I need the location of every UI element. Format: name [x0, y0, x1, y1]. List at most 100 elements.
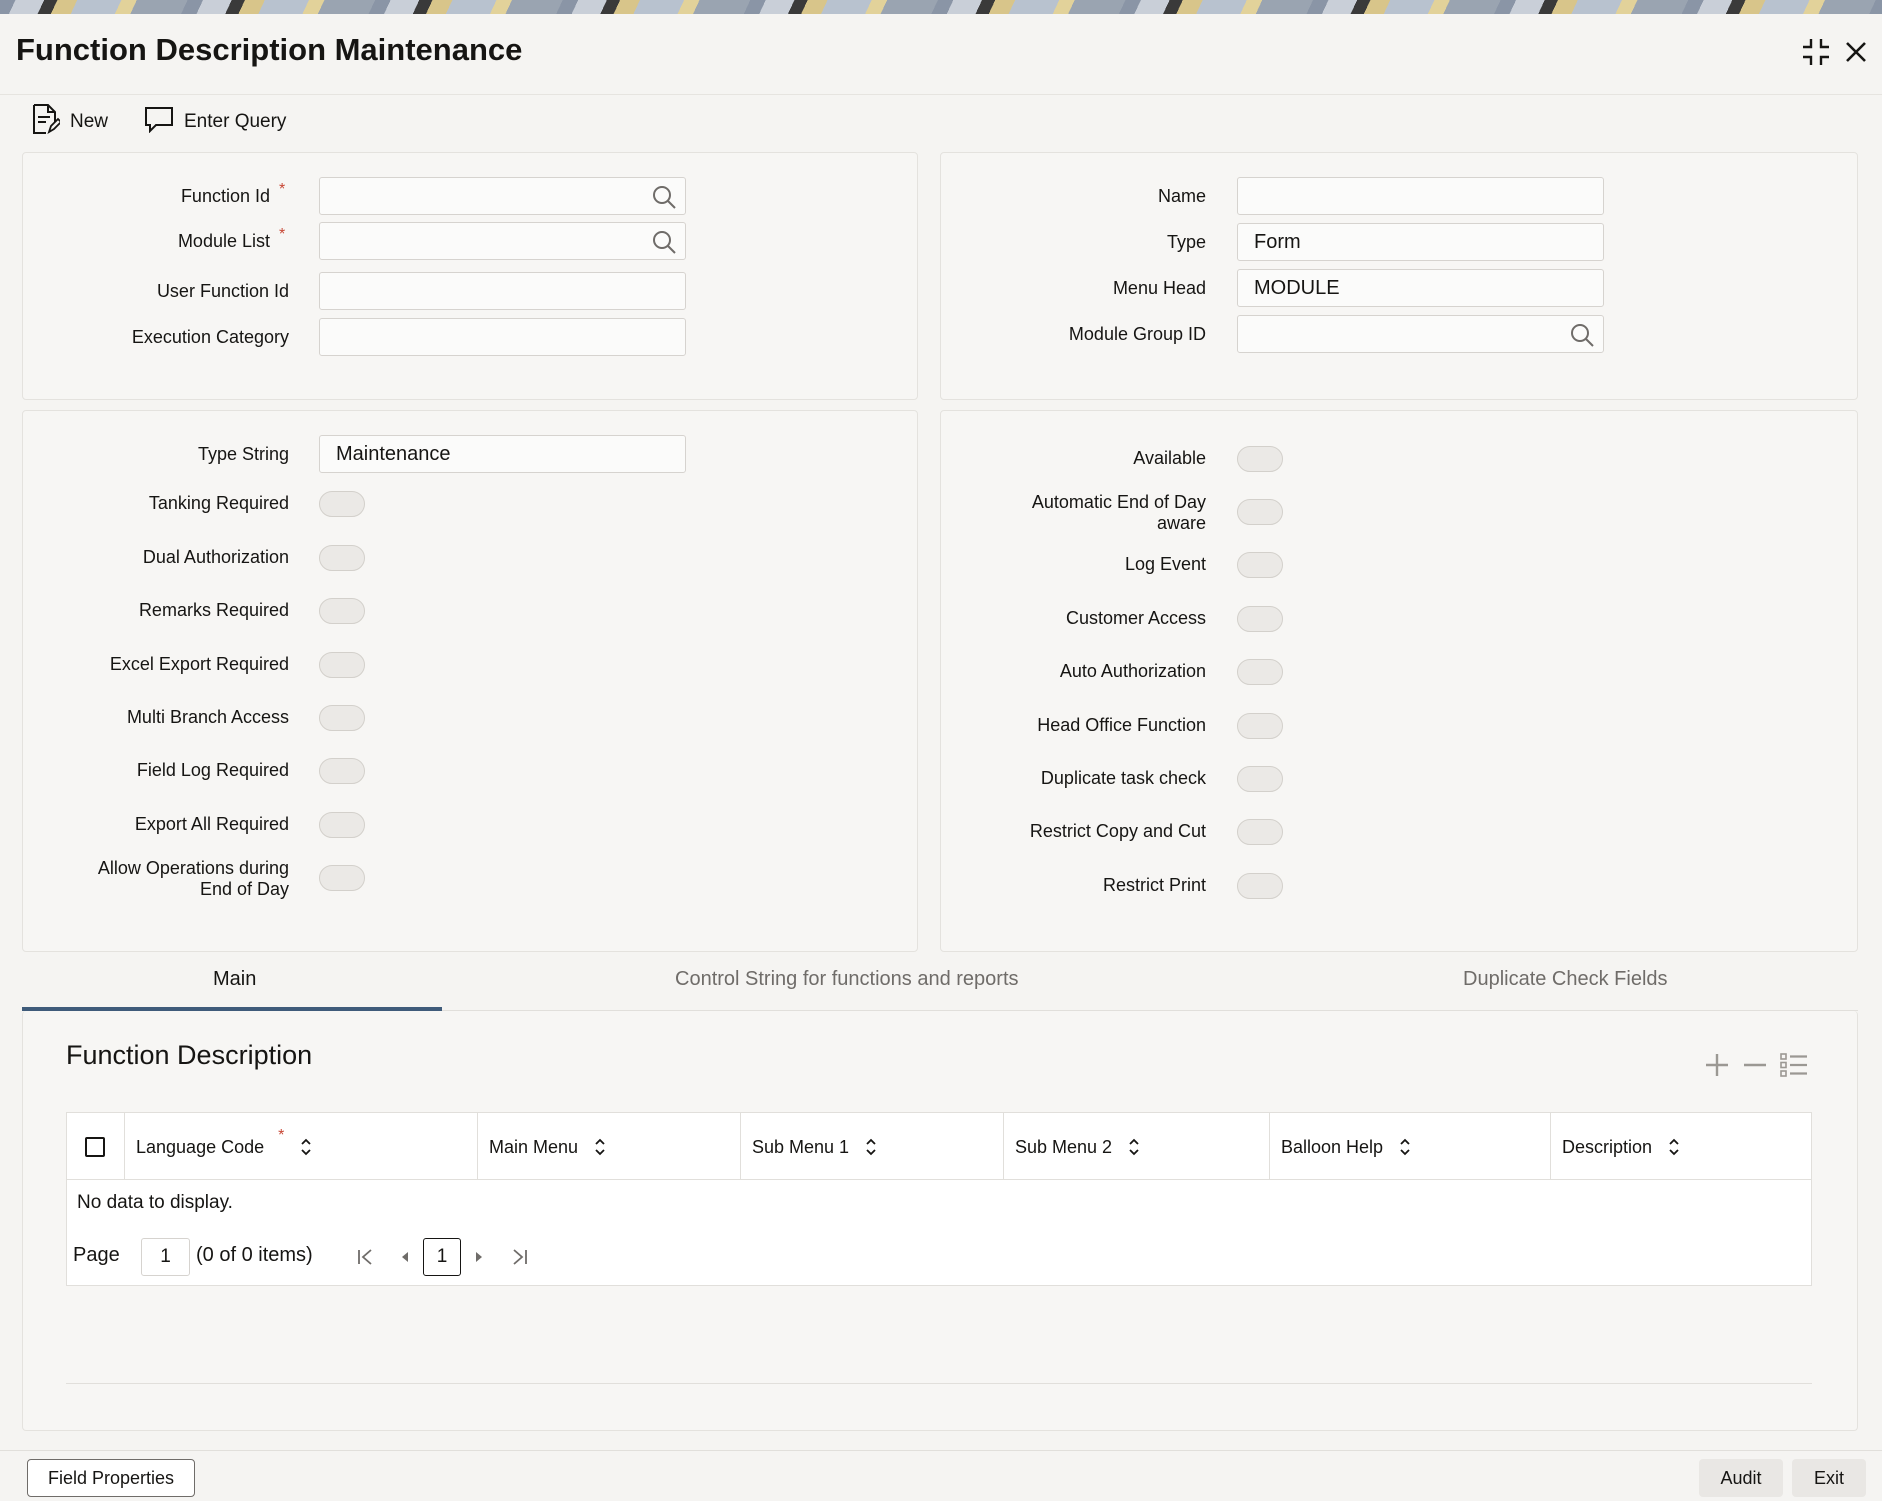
- column-header-description[interactable]: Description: [1550, 1113, 1811, 1181]
- column-header-main-menu[interactable]: Main Menu: [477, 1113, 740, 1181]
- module-group-id-input[interactable]: [1237, 315, 1604, 353]
- column-header-balloon-help[interactable]: Balloon Help: [1269, 1113, 1550, 1181]
- export-all-required-toggle[interactable]: [319, 812, 365, 838]
- log-event-toggle[interactable]: [1237, 552, 1283, 578]
- select-all-checkbox[interactable]: [85, 1137, 105, 1157]
- allow-operations-eod-toggle[interactable]: [319, 865, 365, 891]
- user-function-id-input[interactable]: [319, 272, 686, 310]
- field-properties-button[interactable]: Field Properties: [27, 1459, 195, 1497]
- minimize-icon[interactable]: [1798, 34, 1834, 70]
- sort-icon[interactable]: [1668, 1138, 1680, 1156]
- list-view-icon[interactable]: [1780, 1052, 1808, 1083]
- column-sub-menu-1-label: Sub Menu 1: [752, 1136, 850, 1157]
- previous-page-icon[interactable]: [393, 1245, 417, 1269]
- sort-icon[interactable]: [1128, 1138, 1140, 1156]
- language-code-required: *: [278, 1127, 285, 1144]
- user-function-id-label: User Function Id: [156, 281, 289, 301]
- name-input[interactable]: [1237, 177, 1604, 215]
- execution-category-input[interactable]: [319, 318, 686, 356]
- empty-grid-message: No data to display.: [77, 1192, 233, 1213]
- allow-operations-eod-label-line1: Allow Operations during: [97, 858, 289, 878]
- query-icon: [144, 105, 174, 139]
- auto-authorization-label: Auto Authorization: [1059, 661, 1206, 681]
- type-field[interactable]: Form: [1237, 223, 1604, 261]
- field-log-required-toggle[interactable]: [319, 758, 365, 784]
- available-toggle[interactable]: [1237, 446, 1283, 472]
- exit-button[interactable]: Exit: [1792, 1459, 1866, 1497]
- column-balloon-help-label: Balloon Help: [1281, 1136, 1384, 1157]
- tab-main[interactable]: Main: [213, 968, 256, 991]
- last-page-icon[interactable]: [507, 1245, 531, 1269]
- new-button[interactable]: New: [30, 104, 108, 140]
- multi-branch-access-toggle[interactable]: [319, 705, 365, 731]
- auto-eod-aware-toggle[interactable]: [1237, 499, 1283, 525]
- type-string-value: Maintenance: [336, 442, 451, 465]
- excel-export-required-toggle[interactable]: [319, 652, 365, 678]
- menu-head-field[interactable]: MODULE: [1237, 269, 1604, 307]
- duplicate-task-check-toggle[interactable]: [1237, 766, 1283, 792]
- allow-operations-eod-label: Allow Operations during End of Day: [40, 858, 289, 900]
- title-divider: [0, 94, 1882, 95]
- restrict-copy-cut-label: Restrict Copy and Cut: [1029, 821, 1206, 841]
- module-group-id-label: Module Group ID: [1068, 324, 1206, 344]
- grid-body: [66, 1180, 1812, 1286]
- execution-category-label: Execution Category: [131, 327, 289, 347]
- module-list-input[interactable]: [319, 222, 686, 260]
- dual-authorization-toggle[interactable]: [319, 545, 365, 571]
- tanking-required-toggle[interactable]: [319, 491, 365, 517]
- column-header-language-code[interactable]: Language Code *: [124, 1113, 477, 1181]
- current-page-button[interactable]: 1: [423, 1238, 461, 1276]
- available-label: Available: [1133, 448, 1206, 468]
- remarks-required-label: Remarks Required: [138, 600, 289, 620]
- sort-icon[interactable]: [1399, 1138, 1411, 1156]
- search-icon[interactable]: [1569, 322, 1595, 354]
- duplicate-task-check-label: Duplicate task check: [1040, 768, 1206, 788]
- search-icon[interactable]: [651, 229, 677, 261]
- customer-access-toggle[interactable]: [1237, 606, 1283, 632]
- next-page-icon[interactable]: [467, 1245, 491, 1269]
- search-icon[interactable]: [651, 184, 677, 216]
- column-main-menu-label: Main Menu: [489, 1136, 579, 1157]
- add-row-icon[interactable]: [1704, 1052, 1730, 1083]
- name-label: Name: [1157, 186, 1206, 206]
- grid-header-row: Language Code * Main Menu Sub Menu 1 Sub…: [66, 1112, 1812, 1181]
- menu-head-value: MODULE: [1254, 276, 1340, 299]
- restrict-print-toggle[interactable]: [1237, 873, 1283, 899]
- auto-authorization-toggle[interactable]: [1237, 659, 1283, 685]
- log-event-label: Log Event: [1124, 554, 1206, 574]
- head-office-function-toggle[interactable]: [1237, 713, 1283, 739]
- tab-duplicate-check-fields[interactable]: Duplicate Check Fields: [1463, 968, 1668, 991]
- first-page-icon[interactable]: [354, 1245, 378, 1269]
- sort-icon[interactable]: [300, 1138, 312, 1156]
- tab-control-string[interactable]: Control String for functions and reports: [675, 968, 1019, 991]
- column-language-code-label: Language Code: [136, 1136, 265, 1157]
- sort-icon[interactable]: [594, 1138, 606, 1156]
- column-header-sub-menu-1[interactable]: Sub Menu 1: [740, 1113, 1003, 1181]
- restrict-copy-cut-toggle[interactable]: [1237, 819, 1283, 845]
- page-title: Function Description Maintenance: [16, 32, 523, 67]
- tanking-required-label: Tanking Required: [148, 493, 289, 513]
- page-label: Page: [73, 1244, 120, 1266]
- auto-eod-aware-label: Automatic End of Day aware: [950, 492, 1206, 534]
- remove-row-icon[interactable]: [1742, 1052, 1768, 1083]
- column-sub-menu-2-label: Sub Menu 2: [1015, 1136, 1113, 1157]
- sort-icon[interactable]: [865, 1138, 877, 1156]
- multi-branch-access-label: Multi Branch Access: [126, 707, 289, 727]
- export-all-required-label: Export All Required: [134, 814, 289, 834]
- type-string-field[interactable]: Maintenance: [319, 435, 686, 473]
- type-label: Type: [1166, 232, 1206, 252]
- top-banner: [0, 0, 1882, 14]
- enter-query-button[interactable]: Enter Query: [144, 104, 286, 140]
- grid-footer-line: [66, 1383, 1812, 1384]
- type-string-label: Type String: [197, 444, 289, 464]
- close-icon[interactable]: [1838, 34, 1874, 70]
- column-header-sub-menu-2[interactable]: Sub Menu 2: [1003, 1113, 1269, 1181]
- function-id-input[interactable]: [319, 177, 686, 215]
- items-count: (0 of 0 items): [196, 1244, 313, 1266]
- audit-button[interactable]: Audit: [1699, 1459, 1783, 1497]
- function-id-required: *: [279, 181, 286, 198]
- page-number-input[interactable]: 1: [141, 1238, 190, 1276]
- module-list-required: *: [279, 226, 286, 243]
- auto-eod-aware-label-line2: aware: [1156, 513, 1206, 533]
- remarks-required-toggle[interactable]: [319, 598, 365, 624]
